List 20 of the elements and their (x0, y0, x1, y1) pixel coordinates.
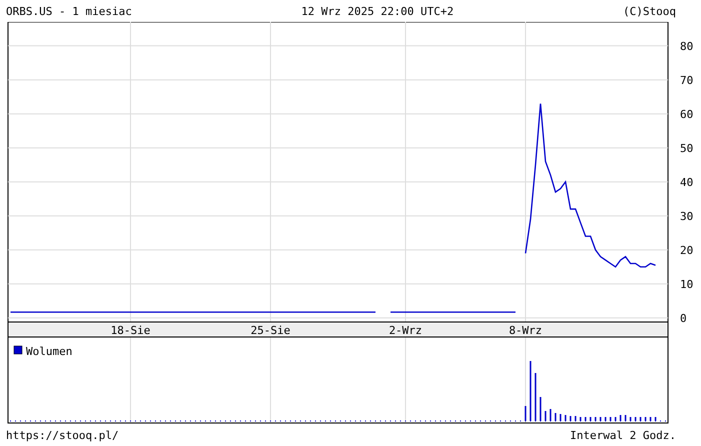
source-url: https://stooq.pl/ (6, 428, 119, 442)
y-axis-label: 40 (680, 176, 694, 189)
x-axis-label: 2-Wrz (388, 324, 422, 337)
x-axis-label: 8-Wrz (508, 324, 542, 337)
y-axis-label: 50 (680, 142, 694, 155)
legend-swatch (14, 346, 22, 354)
y-axis-label: 60 (680, 108, 694, 121)
y-axis-label: 70 (680, 74, 694, 87)
x-axis-label: 18-Sie (110, 324, 150, 337)
volume-legend: Wolumen (26, 345, 72, 358)
y-axis-label: 10 (680, 278, 694, 291)
y-axis-label: 80 (680, 40, 694, 53)
chart-title: ORBS.US - 1 miesiac (6, 4, 132, 18)
copyright: (C)Stooq (623, 4, 676, 18)
y-axis-label: 0 (680, 312, 687, 325)
x-axis-label: 25-Sie (250, 324, 290, 337)
interval-label: Interwal 2 Godz. (570, 428, 676, 442)
timestamp: 12 Wrz 2025 22:00 UTC+2 (301, 4, 454, 18)
y-axis-label: 30 (680, 210, 694, 223)
y-axis-label: 20 (680, 244, 694, 257)
